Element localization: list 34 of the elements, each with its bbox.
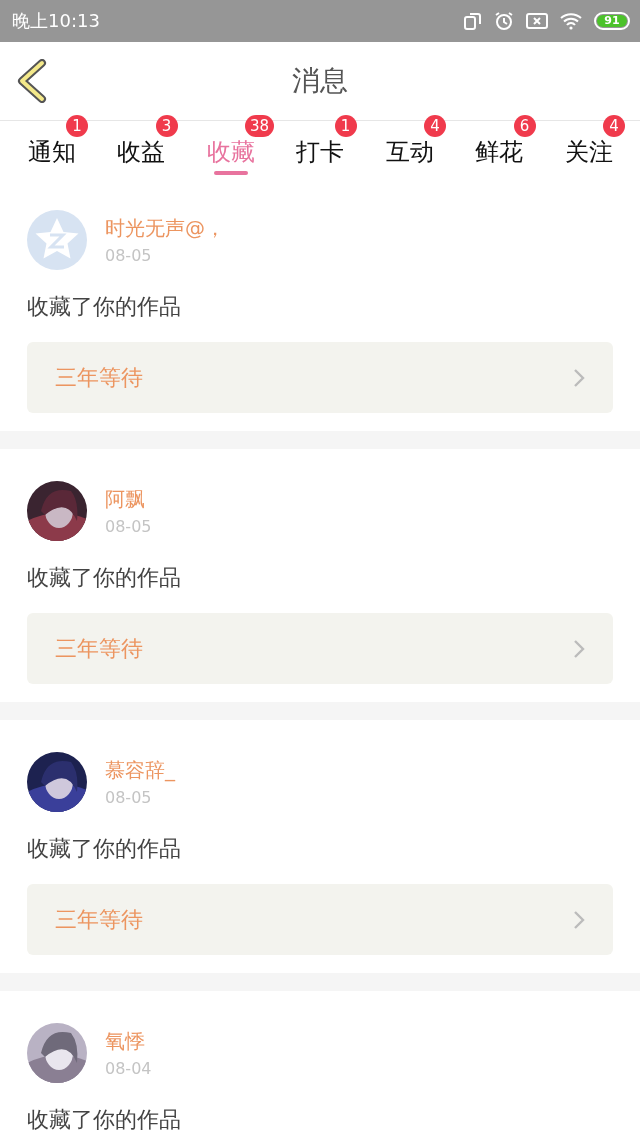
work-link[interactable]: 三年等待 (27, 884, 613, 955)
default-avatar-icon (27, 210, 87, 270)
wifi-icon (560, 12, 582, 30)
count-badge: 4 (424, 115, 446, 137)
message-text: 收藏了你的作品 (27, 835, 182, 863)
alarm-icon (494, 11, 514, 31)
work-link[interactable]: 三年等待 (27, 342, 613, 413)
page-title: 消息 (292, 63, 348, 99)
chevron-icon (573, 909, 585, 930)
message-text: 收藏了你的作品 (27, 564, 182, 592)
chevron-icon (573, 638, 585, 659)
count-badge: 3 (155, 115, 178, 137)
chevron-icon (573, 367, 585, 388)
user-name[interactable]: 慕容辞_ (105, 757, 175, 784)
user-name[interactable]: 时光无声@， (105, 215, 225, 242)
status-time: 晚上10:13 (12, 9, 100, 33)
message-date: 08-05 (105, 246, 153, 265)
screen-rotate-icon (464, 11, 482, 31)
battery-indicator: 91 (594, 12, 630, 30)
count-badge: 1 (66, 115, 88, 137)
count-badge: 6 (513, 115, 536, 137)
message-text: 收藏了你的作品 (27, 1106, 182, 1134)
tab-indicator (214, 171, 248, 175)
user-name[interactable]: 阿飘 (105, 486, 152, 513)
message-date: 08-05 (105, 517, 152, 536)
back-icon[interactable] (16, 59, 48, 103)
work-link[interactable]: 三年等待 (27, 613, 613, 684)
user-name[interactable]: 氧悸 (105, 1028, 152, 1055)
message-text: 收藏了你的作品 (27, 293, 182, 321)
count-badge: 4 (603, 115, 625, 137)
message-date: 08-04 (105, 1059, 152, 1078)
count-badge: 1 (334, 115, 357, 137)
count-badge: 38 (245, 115, 275, 137)
message-date: 08-05 (105, 788, 153, 807)
